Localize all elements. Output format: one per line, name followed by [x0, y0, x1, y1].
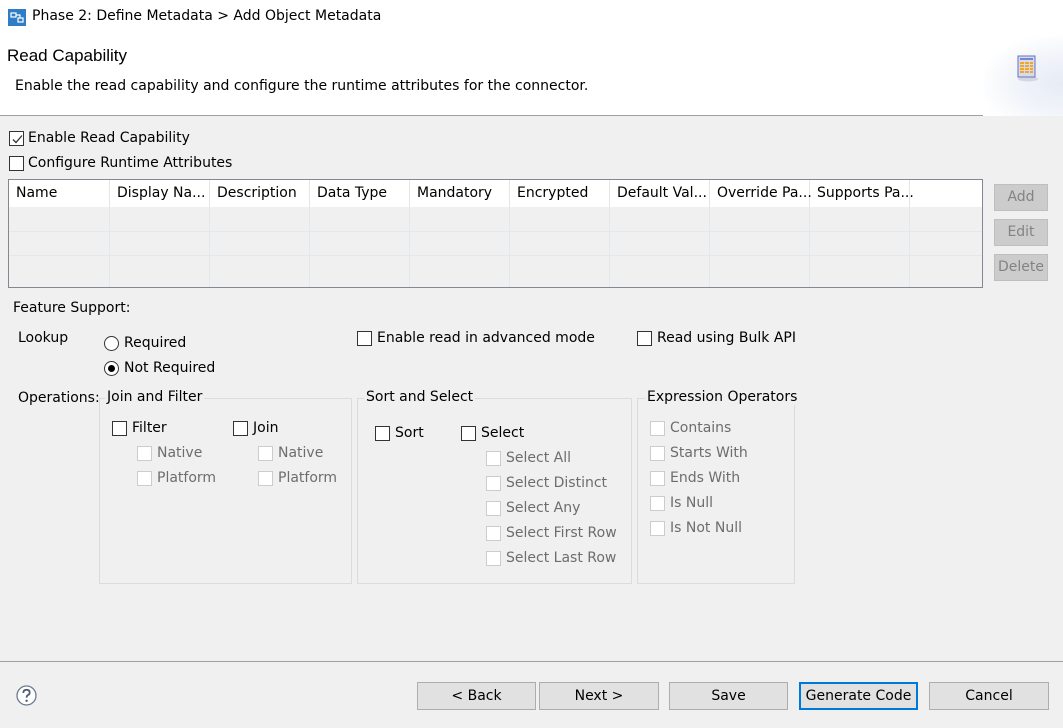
page-title: Read Capability — [7, 46, 128, 65]
checkmark-icon — [12, 135, 23, 144]
contains-label[interactable]: Contains — [670, 420, 731, 436]
select-distinct-label[interactable]: Select Distinct — [506, 475, 607, 491]
window-title: Phase 2: Define Metadata > Add Object Me… — [32, 8, 382, 24]
table-header: Name Display Na... Description Data Type… — [9, 180, 982, 207]
column-header-default-value[interactable]: Default Val... — [610, 180, 710, 207]
select-any-label[interactable]: Select Any — [506, 500, 580, 516]
cancel-button[interactable]: Cancel — [929, 682, 1049, 710]
filter-platform-label[interactable]: Platform — [157, 470, 216, 486]
wizard-header: Read Capability Enable the read capabili… — [0, 36, 1063, 116]
configure-runtime-label[interactable]: Configure Runtime Attributes — [28, 155, 232, 171]
column-divider — [709, 207, 710, 287]
column-divider — [209, 207, 210, 287]
column-header-encrypted[interactable]: Encrypted — [510, 180, 610, 207]
starts-with-label[interactable]: Starts With — [670, 445, 748, 461]
select-first-row-label[interactable]: Select First Row — [506, 525, 617, 541]
filter-native-label[interactable]: Native — [157, 445, 202, 461]
bulk-api-checkbox[interactable] — [637, 331, 652, 346]
join-native-checkbox[interactable] — [258, 446, 273, 461]
column-header-supports[interactable]: Supports Pa... — [810, 180, 914, 207]
back-button[interactable]: < Back — [417, 682, 536, 710]
lookup-not-required-radio[interactable] — [104, 361, 119, 376]
starts-with-checkbox[interactable] — [650, 446, 665, 461]
expression-operators-title: Expression Operators — [645, 389, 800, 405]
join-platform-checkbox[interactable] — [258, 471, 273, 486]
sort-label[interactable]: Sort — [395, 425, 424, 441]
operations-label: Operations: — [18, 390, 100, 406]
lookup-label: Lookup — [18, 330, 69, 346]
column-header-description[interactable]: Description — [210, 180, 310, 207]
column-divider — [609, 207, 610, 287]
column-divider — [409, 207, 410, 287]
select-first-row-checkbox[interactable] — [486, 526, 501, 541]
filter-checkbox[interactable] — [112, 421, 127, 436]
is-not-null-checkbox[interactable] — [650, 521, 665, 536]
enable-read-checkbox[interactable] — [9, 131, 24, 146]
select-last-row-checkbox[interactable] — [486, 551, 501, 566]
join-platform-label[interactable]: Platform — [278, 470, 337, 486]
help-icon[interactable] — [16, 685, 37, 706]
select-any-checkbox[interactable] — [486, 501, 501, 516]
configure-runtime-checkbox[interactable] — [9, 156, 24, 171]
save-button[interactable]: Save — [669, 682, 788, 710]
select-all-label[interactable]: Select All — [506, 450, 571, 466]
sort-checkbox[interactable] — [375, 426, 390, 441]
join-filter-title: Join and Filter — [105, 389, 205, 405]
contains-checkbox[interactable] — [650, 421, 665, 436]
select-checkbox[interactable] — [461, 426, 476, 441]
row-divider — [9, 255, 982, 256]
lookup-not-required-label[interactable]: Not Required — [124, 360, 215, 376]
select-all-checkbox[interactable] — [486, 451, 501, 466]
join-label[interactable]: Join — [253, 420, 278, 436]
footer-separator — [0, 661, 1063, 662]
generate-code-button[interactable]: Generate Code — [799, 682, 918, 710]
select-distinct-checkbox[interactable] — [486, 476, 501, 491]
column-header-name[interactable]: Name — [9, 180, 110, 207]
feature-support-label: Feature Support: — [13, 300, 131, 316]
column-header-override[interactable]: Override Pa... — [710, 180, 812, 207]
ends-with-label[interactable]: Ends With — [670, 470, 740, 486]
advanced-mode-checkbox[interactable] — [357, 331, 372, 346]
runtime-attributes-table[interactable]: Name Display Na... Description Data Type… — [8, 179, 983, 288]
sort-select-title: Sort and Select — [364, 389, 476, 405]
delete-button[interactable]: Delete — [994, 254, 1048, 281]
advanced-mode-label[interactable]: Enable read in advanced mode — [377, 330, 595, 346]
ends-with-checkbox[interactable] — [650, 471, 665, 486]
lookup-required-radio[interactable] — [104, 336, 119, 351]
column-divider — [509, 207, 510, 287]
radio-selected-dot — [108, 365, 115, 372]
is-not-null-label[interactable]: Is Not Null — [670, 520, 742, 536]
column-header-data-type[interactable]: Data Type — [310, 180, 410, 207]
column-divider — [909, 207, 910, 287]
column-header-mandatory[interactable]: Mandatory — [410, 180, 510, 207]
wizard-app-icon — [8, 9, 26, 26]
bulk-api-label[interactable]: Read using Bulk API — [657, 330, 796, 346]
select-last-row-label[interactable]: Select Last Row — [506, 550, 616, 566]
add-button[interactable]: Add — [994, 184, 1048, 211]
enable-read-label[interactable]: Enable Read Capability — [28, 130, 190, 146]
is-null-checkbox[interactable] — [650, 496, 665, 511]
filter-platform-checkbox[interactable] — [137, 471, 152, 486]
column-divider — [109, 207, 110, 287]
lookup-required-label[interactable]: Required — [124, 335, 186, 351]
edit-button[interactable]: Edit — [994, 219, 1048, 246]
table-document-icon — [1017, 55, 1038, 82]
select-label[interactable]: Select — [481, 425, 524, 441]
column-header-display-name[interactable]: Display Na... — [110, 180, 210, 207]
column-divider — [809, 207, 810, 287]
join-native-label[interactable]: Native — [278, 445, 323, 461]
next-button[interactable]: Next > — [539, 682, 659, 710]
is-null-label[interactable]: Is Null — [670, 495, 713, 511]
window-title-bar: Phase 2: Define Metadata > Add Object Me… — [0, 0, 1063, 36]
page-description: Enable the read capability and configure… — [15, 78, 589, 94]
row-divider — [9, 231, 982, 232]
column-divider — [309, 207, 310, 287]
filter-native-checkbox[interactable] — [137, 446, 152, 461]
join-checkbox[interactable] — [233, 421, 248, 436]
filter-label[interactable]: Filter — [132, 420, 167, 436]
